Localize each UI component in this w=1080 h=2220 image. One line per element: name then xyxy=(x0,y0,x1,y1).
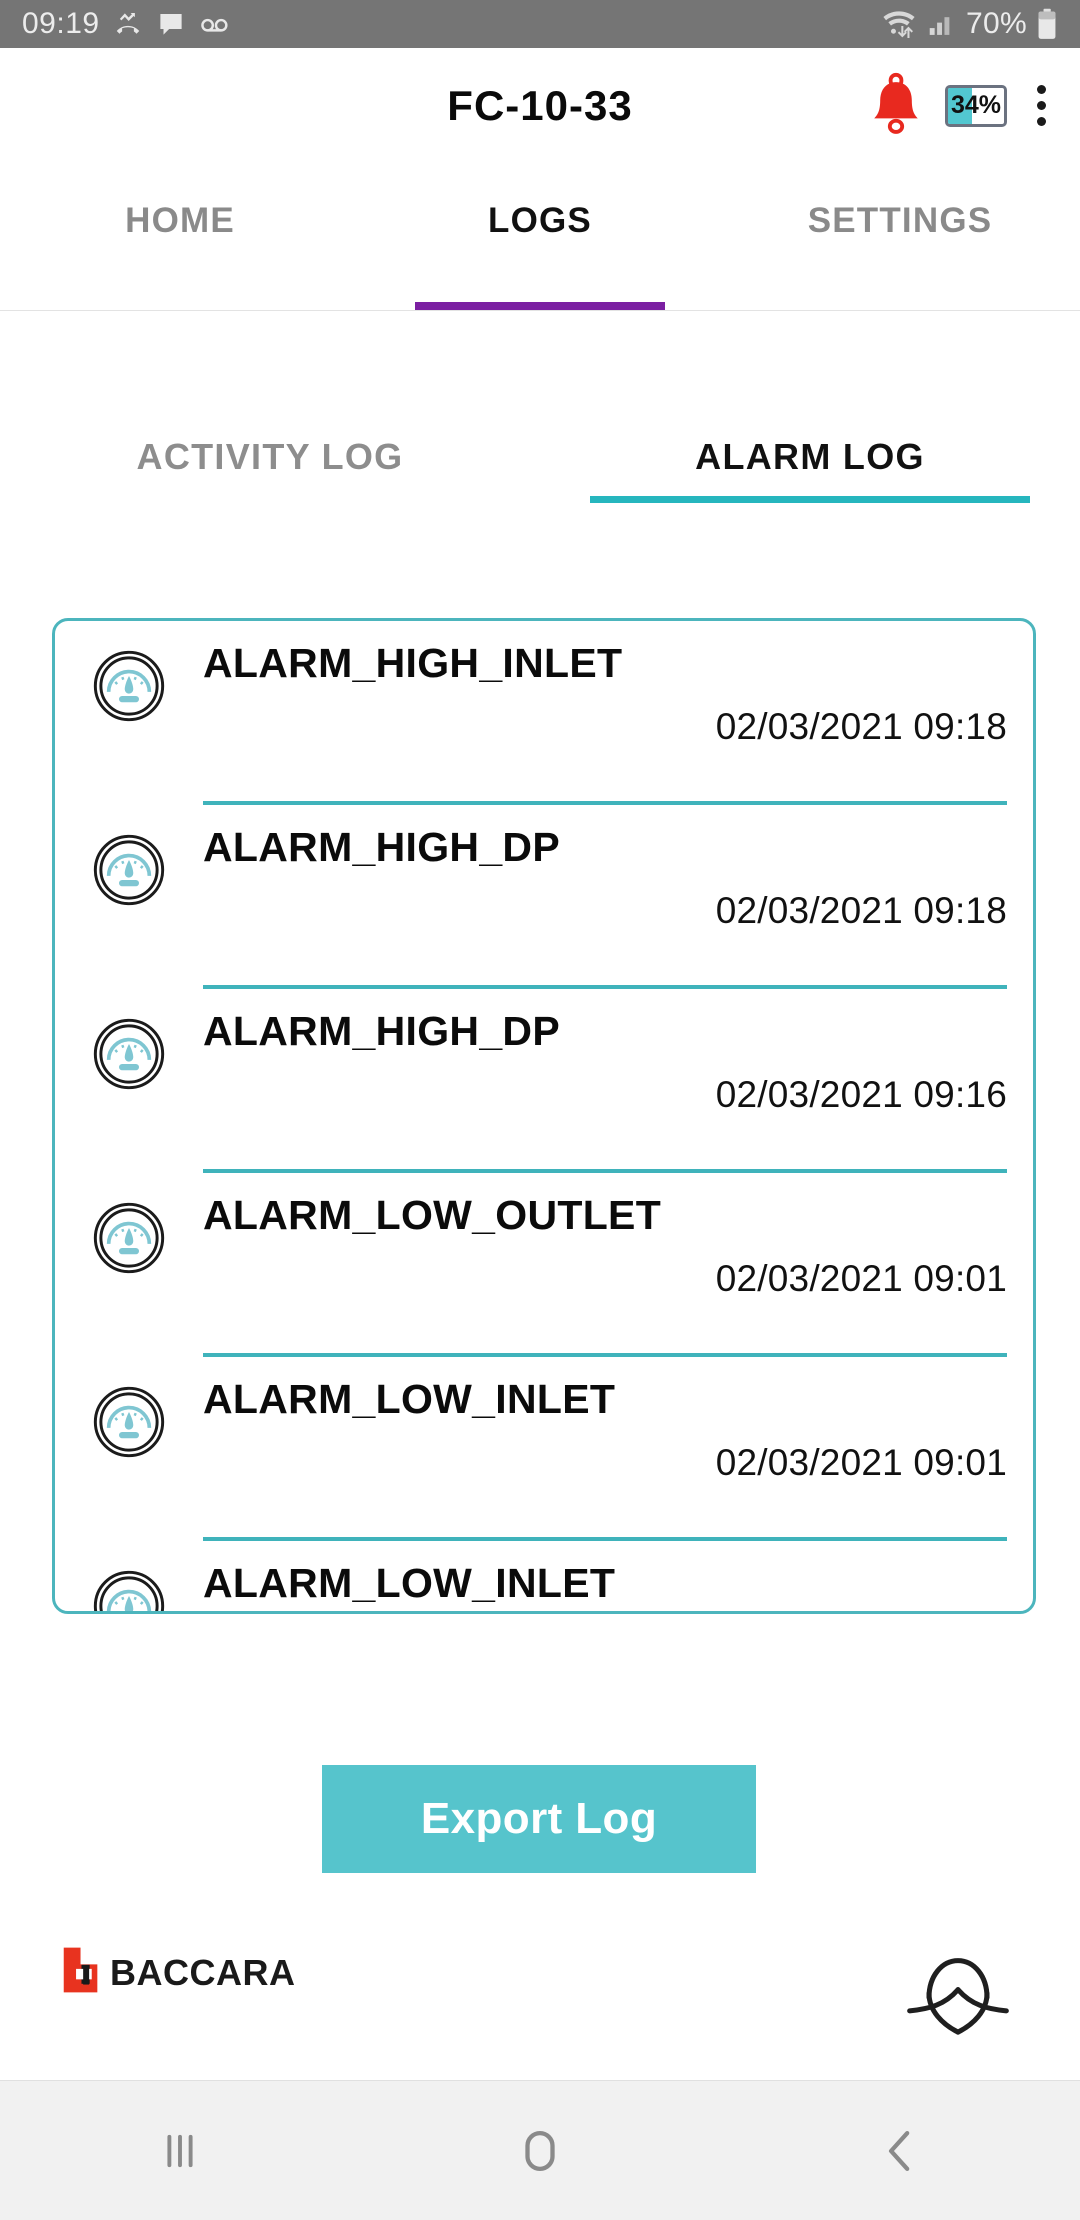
export-log-button[interactable]: Export Log xyxy=(322,1765,756,1873)
voicemail-icon xyxy=(199,9,231,39)
table-row[interactable]: ALARM_HIGH_INLET 02/03/2021 09:18 xyxy=(55,621,1033,805)
table-row[interactable]: ALARM_HIGH_DP 02/03/2021 09:16 xyxy=(55,989,1033,1173)
alarm-name: ALARM_LOW_INLET xyxy=(203,1560,616,1606)
alarm-timestamp: 02/03/2021 09:18 xyxy=(715,890,1007,931)
app-header-actions: 34% xyxy=(869,72,1080,139)
alarm-name: ALARM_HIGH_DP xyxy=(203,824,560,870)
pressure-gauge-icon xyxy=(55,1195,203,1300)
message-icon xyxy=(156,9,186,39)
tab-alarm-log-label: ALARM LOG xyxy=(695,436,925,477)
pressure-gauge-icon xyxy=(55,827,203,932)
alarm-timestamp: 02/03/2021 09:18 xyxy=(715,706,1007,747)
pressure-gauge-icon xyxy=(55,1379,203,1484)
baccara-mark-icon xyxy=(60,1942,116,2003)
alarm-name: ALARM_LOW_OUTLET xyxy=(203,1192,662,1238)
tab-activity-log-label: ACTIVITY LOG xyxy=(136,436,404,477)
overflow-menu-icon[interactable] xyxy=(1029,79,1054,132)
baccara-logo: BACCARA xyxy=(60,1942,296,2003)
table-row[interactable]: ALARM_LOW_INLET 02/03/2021 09:01 xyxy=(55,1357,1033,1541)
footer: BACCARA xyxy=(0,1900,1080,2080)
status-bar-left: 09:19 xyxy=(22,7,231,41)
tab-home[interactable]: HOME xyxy=(0,163,360,310)
alarm-name: ALARM_HIGH_INLET xyxy=(203,640,623,686)
pressure-gauge-icon xyxy=(55,1011,203,1116)
alarm-timestamp: 02/03/2021 09:16 xyxy=(715,1074,1007,1115)
missed-call-icon xyxy=(113,9,143,39)
alarm-name: ALARM_LOW_INLET xyxy=(203,1376,616,1422)
table-row[interactable]: ALARM_LOW_OUTLET 02/03/2021 09:01 xyxy=(55,1173,1033,1357)
tab-home-label: HOME xyxy=(125,201,235,240)
main-tab-bar: HOME LOGS SETTINGS xyxy=(0,163,1080,311)
status-bar-clock: 09:19 xyxy=(22,7,100,40)
alarm-timestamp: 02/03/2021 09:01 xyxy=(715,1442,1007,1483)
pressure-gauge-icon xyxy=(55,1563,203,1611)
tab-settings-label: SETTINGS xyxy=(807,201,993,240)
alarm-timestamp: 02/03/2021 09:01 xyxy=(715,1258,1007,1299)
back-icon[interactable] xyxy=(825,2126,975,2176)
log-sub-tab-bar: ACTIVITY LOG ALARM LOG xyxy=(0,311,1080,533)
crossed-loop-logo xyxy=(900,1920,1016,2041)
device-battery-badge: 34% xyxy=(945,84,1007,127)
cellular-signal-icon xyxy=(927,9,957,39)
tab-settings[interactable]: SETTINGS xyxy=(720,163,1080,310)
table-row[interactable]: ALARM_LOW_INLET xyxy=(55,1541,1033,1611)
alarm-name: ALARM_HIGH_DP xyxy=(203,1008,560,1054)
wifi-icon xyxy=(880,8,918,40)
recents-icon[interactable] xyxy=(105,2128,255,2174)
tab-alarm-log[interactable]: ALARM LOG xyxy=(540,311,1080,533)
tab-activity-log[interactable]: ACTIVITY LOG xyxy=(0,311,540,533)
export-log-label: Export Log xyxy=(420,1794,658,1843)
baccara-label: BACCARA xyxy=(110,1951,296,1993)
pressure-gauge-icon xyxy=(55,643,203,748)
table-row[interactable]: ALARM_HIGH_DP 02/03/2021 09:18 xyxy=(55,805,1033,989)
battery-icon xyxy=(1036,8,1058,40)
tab-logs-label: LOGS xyxy=(488,201,592,240)
android-status-bar: 09:19 70% xyxy=(0,0,1080,48)
app-header: FC-10-33 34% xyxy=(0,48,1080,163)
tab-logs[interactable]: LOGS xyxy=(360,163,720,310)
battery-percent-label: 70% xyxy=(966,7,1027,40)
home-icon[interactable] xyxy=(465,2126,615,2176)
device-battery-label: 34% xyxy=(950,91,1002,119)
android-nav-bar xyxy=(0,2080,1080,2220)
alarm-bell-icon[interactable] xyxy=(869,72,923,139)
status-bar-right: 70% xyxy=(880,7,1058,41)
alarm-log-list[interactable]: ALARM_HIGH_INLET 02/03/2021 09:18 ALARM_… xyxy=(52,618,1036,1614)
